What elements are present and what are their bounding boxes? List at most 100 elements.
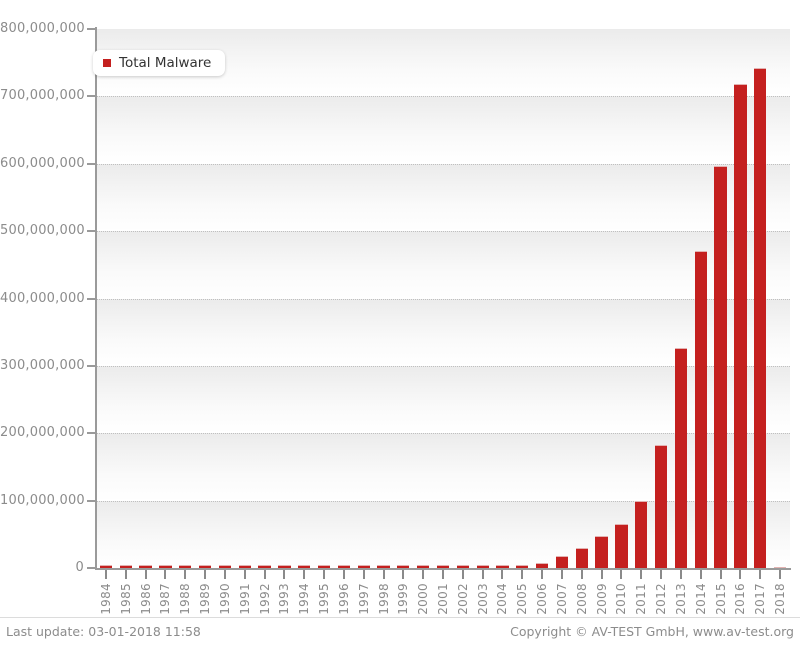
y-tick-mark — [87, 95, 95, 98]
y-tick: 800,000,000 — [0, 21, 85, 37]
legend-label: Total Malware — [119, 55, 212, 71]
x-tick-mark — [501, 570, 504, 579]
x-tick-mark — [481, 570, 484, 579]
x-tick-mark — [283, 570, 286, 579]
x-tick-mark — [640, 570, 643, 579]
malware-statistics-chart: 0 100,000,000 200,000,000 300,000,000 400,00… — [0, 0, 800, 645]
bar[interactable] — [714, 165, 727, 568]
legend-swatch-icon — [103, 59, 111, 67]
y-tick: 0 — [0, 560, 84, 576]
bar[interactable] — [654, 445, 668, 568]
x-tick-mark — [422, 570, 425, 579]
bar[interactable] — [694, 251, 707, 568]
y-tick-mark — [87, 567, 95, 569]
x-tick-label: 2011 — [634, 583, 649, 615]
y-tick: 500,000,000 — [0, 223, 85, 239]
x-tick-label: 1996 — [336, 583, 351, 615]
x-tick-label: 2010 — [614, 583, 629, 615]
y-tick-label: 300,000,000 — [0, 357, 85, 373]
x-tick-label: 1992 — [257, 583, 272, 615]
y-tick-label: 200,000,000 — [0, 425, 85, 441]
x-tick-mark — [699, 570, 702, 579]
x-tick-mark — [660, 570, 663, 579]
x-tick-label: 1988 — [178, 583, 193, 615]
x-tick-label: 2016 — [733, 583, 748, 615]
x-tick-mark — [442, 570, 444, 579]
x-tick-label: 2017 — [753, 583, 768, 615]
x-tick-mark — [541, 570, 544, 579]
x-tick-label: 1985 — [118, 583, 133, 615]
bar[interactable] — [734, 83, 747, 568]
x-tick-mark — [303, 570, 306, 579]
x-tick-label: 1986 — [138, 583, 153, 615]
x-tick-mark — [759, 570, 762, 579]
x-tick-mark — [719, 570, 722, 579]
x-tick-label: 2002 — [455, 583, 470, 615]
x-tick-label: 2014 — [693, 583, 708, 615]
x-tick-label: 2015 — [713, 583, 728, 615]
bar[interactable] — [635, 500, 648, 568]
x-tick-mark — [560, 570, 563, 579]
x-tick-label: 1989 — [198, 583, 213, 615]
x-tick-label: 2007 — [554, 583, 569, 615]
x-tick-mark — [739, 570, 742, 579]
bar[interactable] — [615, 524, 628, 568]
bar[interactable] — [754, 68, 767, 568]
footer-divider — [0, 617, 800, 618]
x-tick-label: 2005 — [515, 583, 530, 615]
x-tick-label: 2012 — [654, 583, 669, 615]
x-tick-mark — [243, 570, 246, 579]
y-tick-label: 400,000,000 — [0, 290, 85, 306]
x-tick-label: 1987 — [158, 583, 173, 615]
x-tick-mark — [580, 570, 583, 579]
y-tick-mark — [87, 162, 95, 165]
bar[interactable] — [575, 547, 588, 568]
x-tick-mark — [679, 570, 682, 579]
copyright-text: Copyright © AV-TEST GmbH, www.av-test.or… — [510, 624, 794, 639]
y-axis-line — [95, 27, 97, 570]
x-tick-mark — [204, 570, 207, 579]
x-tick-mark — [382, 570, 385, 579]
y-tick-mark — [87, 499, 95, 502]
x-tick-mark — [164, 570, 167, 579]
plot-area — [96, 29, 790, 568]
last-update-text: Last update: 03-01-2018 11:58 — [6, 624, 201, 639]
x-tick-mark — [184, 570, 187, 579]
y-tick-label: 700,000,000 — [0, 88, 85, 104]
bar[interactable] — [674, 348, 688, 568]
x-tick-label: 1999 — [396, 583, 411, 615]
x-tick-label: 2003 — [475, 583, 490, 615]
y-tick-mark — [87, 297, 95, 300]
x-tick-label: 2006 — [535, 583, 550, 615]
x-tick-mark — [521, 570, 524, 579]
y-tick: 700,000,000 — [0, 88, 85, 104]
x-tick-mark — [461, 570, 464, 579]
x-tick-label: 1994 — [297, 583, 312, 615]
y-tick-label: 0 — [75, 560, 84, 575]
x-tick-mark — [620, 570, 623, 579]
x-tick-label: 2018 — [773, 583, 788, 615]
x-tick-mark — [342, 570, 345, 579]
chart-legend[interactable]: Total Malware — [93, 50, 226, 76]
x-tick-label: 1997 — [356, 583, 371, 615]
x-tick-mark — [104, 570, 107, 579]
y-tick: 600,000,000 — [0, 156, 85, 172]
y-tick: 400,000,000 — [0, 290, 85, 307]
y-tick-mark — [87, 230, 95, 233]
x-tick-label: 2001 — [436, 583, 450, 615]
x-tick-label: 1984 — [98, 583, 113, 615]
x-tick-mark — [223, 570, 226, 579]
bar[interactable] — [555, 555, 569, 568]
x-tick-mark — [263, 570, 266, 579]
x-tick-mark — [124, 570, 127, 579]
bar-series-total-malware — [96, 29, 790, 568]
y-tick-label: 800,000,000 — [0, 21, 85, 36]
x-tick-mark — [362, 570, 365, 579]
x-tick-label: 1998 — [376, 583, 391, 615]
x-tick-label: 1990 — [217, 583, 232, 615]
x-tick-label: 1991 — [237, 583, 252, 615]
bar[interactable] — [595, 535, 608, 568]
x-tick-label: 2000 — [416, 583, 431, 615]
y-tick-label: 500,000,000 — [0, 223, 85, 239]
x-tick-label: 1993 — [277, 583, 292, 615]
